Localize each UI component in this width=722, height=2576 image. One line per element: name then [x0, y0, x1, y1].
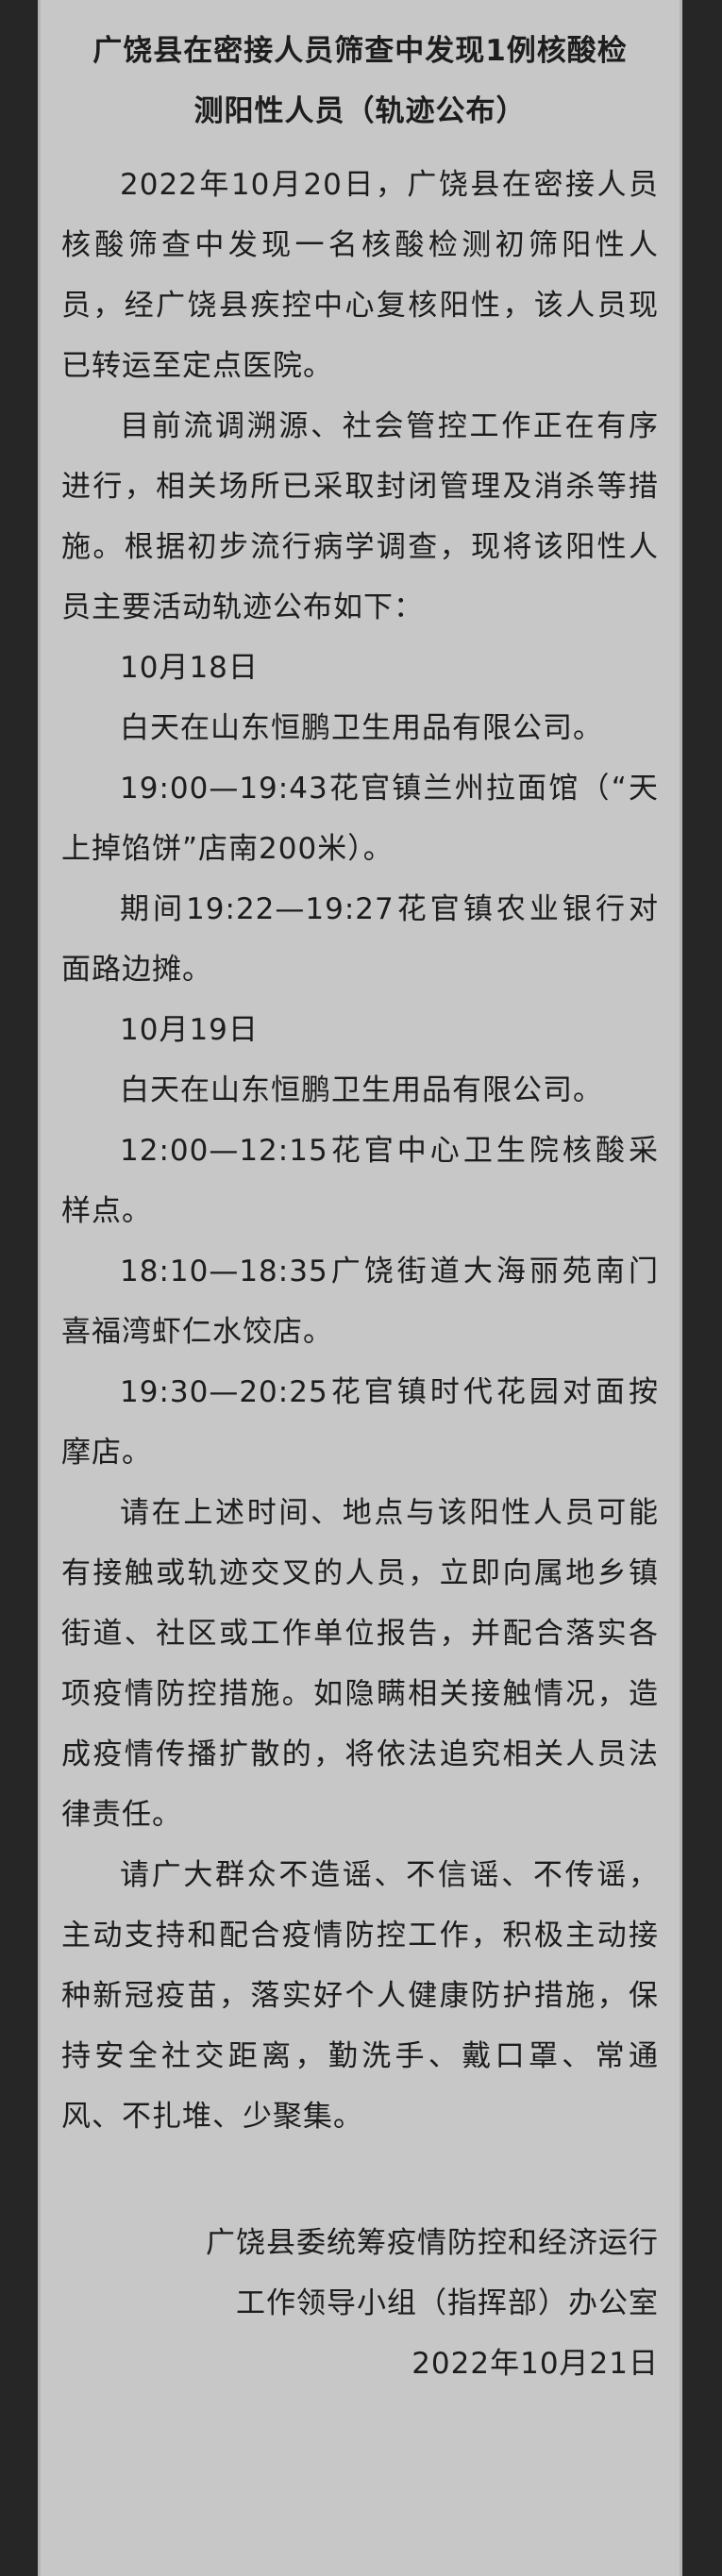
date-heading-oct-18: 10月18日	[120, 651, 259, 685]
signature-org-line-2: 工作领导小组（指挥部）办公室	[236, 2286, 659, 2320]
notice-title: 广饶县在密接人员筛查中发现1例核酸检测阳性人员（轨迹公布）	[92, 34, 628, 128]
trace-item: 18:10—18:35广饶街道大海丽苑南门喜福湾虾仁水饺店。	[61, 1255, 659, 1349]
trace-item: 期间19:22—19:27花官镇农业银行对面路边摊。	[61, 892, 659, 987]
paragraph-public-appeal: 请广大群众不造谣、不信谣、不传谣，主动支持和配合疫情防控工作，积极主动接种新冠疫…	[61, 1858, 659, 2134]
trace-item: 19:30—20:25花官镇时代花园对面按摩店。	[61, 1375, 659, 1470]
trace-item: 19:00—19:43花官镇兰州拉面馆（“天上掉馅饼”店南200米）。	[61, 772, 659, 866]
signature-block: 广饶县委统筹疫情防控和经济运行 工作领导小组（指挥部）办公室 2022年10月2…	[41, 2213, 680, 2394]
trace-item: 白天在山东恒鹏卫生用品有限公司。	[120, 711, 603, 745]
trace-item: 白天在山东恒鹏卫生用品有限公司。	[120, 1073, 603, 1107]
signature-org-line-1: 广饶县委统筹疫情防控和经济运行	[206, 2226, 659, 2260]
notice-body: 2022年10月20日，广饶县在密接人员核酸筛查中发现一名核酸检测初筛阳性人员，…	[41, 141, 680, 2147]
date-heading-oct-19: 10月19日	[120, 1013, 259, 1047]
paragraph-reporting-request: 请在上述时间、地点与该阳性人员可能有接触或轨迹交叉的人员，立即向属地乡镇街道、社…	[61, 1496, 659, 1832]
paragraph-investigation: 目前流调溯源、社会管控工作正在有序进行，相关场所已采取封闭管理及消杀等措施。根据…	[61, 409, 659, 624]
paragraph-intro: 2022年10月20日，广饶县在密接人员核酸筛查中发现一名核酸检测初筛阳性人员，…	[61, 168, 659, 383]
notice-page: 广饶县在密接人员筛查中发现1例核酸检测阳性人员（轨迹公布） 2022年10月20…	[38, 0, 682, 2576]
trace-item: 12:00—12:15花官中心卫生院核酸采样点。	[61, 1134, 659, 1228]
signature-date: 2022年10月21日	[411, 2347, 659, 2381]
